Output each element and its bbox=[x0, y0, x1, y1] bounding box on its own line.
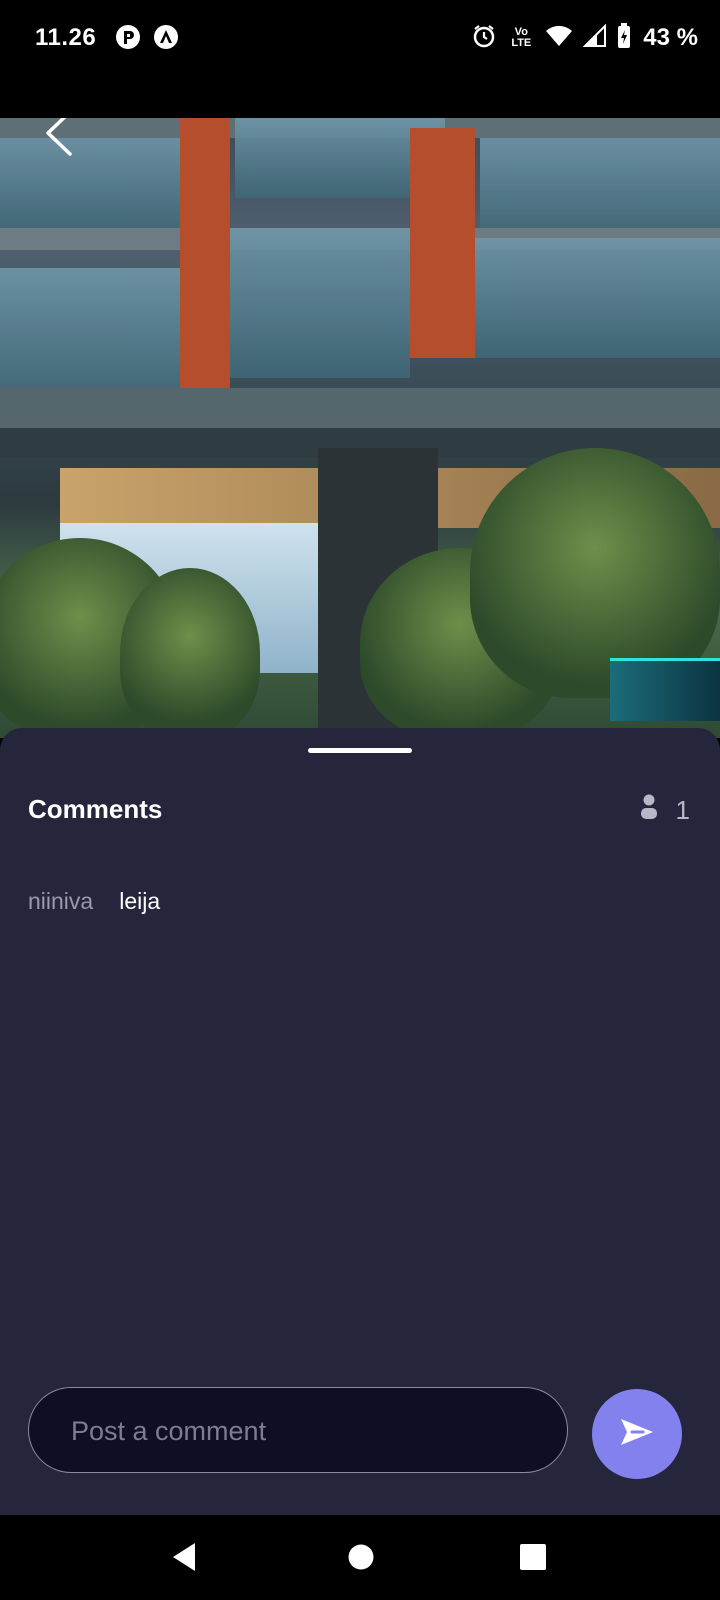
comments-title: Comments bbox=[28, 794, 163, 824]
person-icon bbox=[640, 794, 658, 827]
viewer-count: 1 bbox=[640, 794, 690, 827]
building-window bbox=[470, 238, 720, 358]
wifi-icon bbox=[545, 24, 573, 53]
status-right-group: Vo LTE 43 % bbox=[471, 22, 698, 54]
send-icon bbox=[619, 1417, 655, 1452]
comment-username[interactable]: niiniva bbox=[28, 888, 93, 915]
send-button[interactable] bbox=[592, 1389, 682, 1479]
drag-handle[interactable] bbox=[308, 748, 412, 753]
status-time: 11.26 bbox=[35, 24, 97, 51]
building-pillar bbox=[410, 128, 475, 358]
building-window bbox=[480, 138, 720, 238]
neon-sign bbox=[610, 658, 720, 721]
building-window bbox=[0, 138, 190, 233]
video-player[interactable] bbox=[0, 118, 720, 738]
comment-input[interactable] bbox=[69, 1388, 533, 1474]
palm-plant bbox=[120, 568, 260, 738]
building-pillar bbox=[180, 118, 230, 388]
app-notification-icon-2 bbox=[153, 24, 179, 50]
volte-icon: Vo LTE bbox=[507, 27, 535, 49]
back-triangle-icon[interactable] bbox=[165, 1537, 205, 1577]
alarm-icon bbox=[471, 23, 497, 54]
home-circle-icon[interactable] bbox=[341, 1537, 381, 1577]
viewer-count-value: 1 bbox=[675, 795, 690, 825]
comment-text: leija bbox=[119, 888, 161, 914]
comment-item: niiniva leija bbox=[28, 888, 160, 915]
building-window bbox=[0, 268, 180, 408]
app-notification-icon bbox=[115, 24, 141, 50]
recents-square-icon[interactable] bbox=[513, 1537, 553, 1577]
comment-input-container[interactable] bbox=[28, 1387, 568, 1474]
signal-icon bbox=[582, 23, 607, 53]
volte-label: Vo LTE bbox=[511, 26, 532, 49]
comments-sheet: Comments 1 niiniva leija bbox=[0, 728, 720, 1515]
battery-percent: 43 % bbox=[643, 24, 698, 51]
status-bar: 11.26 Vo LTE 43 % bbox=[0, 0, 720, 118]
battery-icon bbox=[617, 22, 631, 54]
chevron-left-icon[interactable] bbox=[40, 118, 80, 158]
building-floor-band bbox=[0, 388, 720, 428]
building-window bbox=[230, 228, 410, 378]
system-nav-bar bbox=[0, 1515, 720, 1600]
